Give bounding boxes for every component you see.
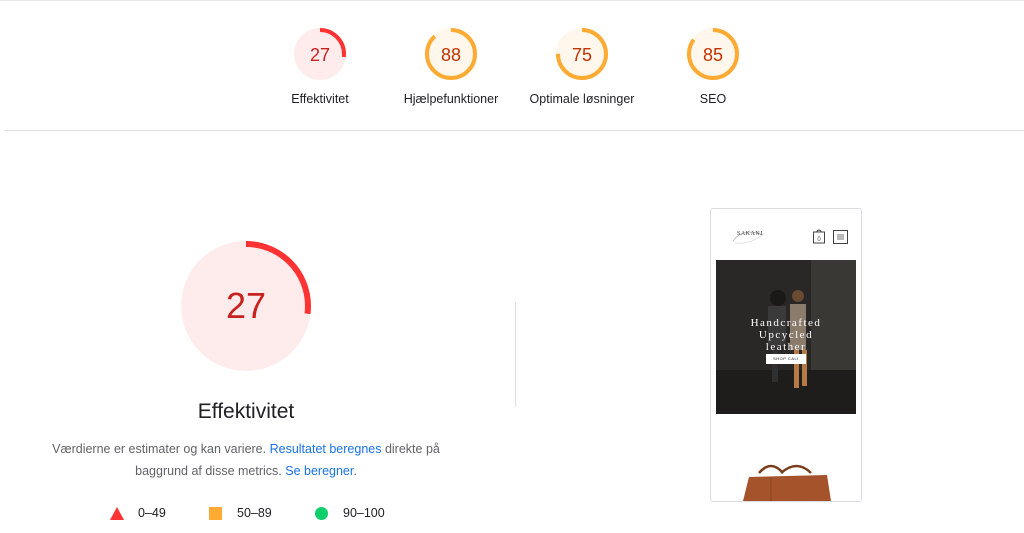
menu-icon xyxy=(833,230,848,244)
page-screenshot-preview[interactable]: SAKANJ 0 Handcrafted Upcycled leather SH… xyxy=(710,208,862,502)
hero-title-line: Handcrafted xyxy=(750,317,822,329)
gauge-label: SEO xyxy=(699,92,727,106)
gauge-label: Effektivitet xyxy=(291,92,349,106)
hero-title-line: leather xyxy=(765,341,807,353)
score-summary: 27 Effektivitet 88 Hjælpefunktioner 75 O… xyxy=(0,0,1024,131)
category-title: Effektivitet xyxy=(197,400,295,423)
gauge-accessibility[interactable]: 88 Hjælpefunktioner xyxy=(386,26,516,116)
gauge-ring: 75 xyxy=(556,28,608,80)
hero-title: Handcrafted Upcycled leather xyxy=(716,317,856,353)
category-description: Værdierne er estimater og kan variere. R… xyxy=(30,438,462,482)
shop-button: SHOP CALI xyxy=(766,354,806,364)
hero-title-line: Upcycled xyxy=(758,329,814,341)
gauge-score: 75 xyxy=(572,45,592,65)
square-icon xyxy=(209,507,222,520)
gauge-label: Hjælpefunktioner xyxy=(403,92,499,106)
gauge-performance[interactable]: 27 Effektivitet xyxy=(255,26,385,116)
hero-banner: Handcrafted Upcycled leather SHOP CALI xyxy=(716,260,856,414)
gauge-score: 27 xyxy=(310,45,330,65)
product-bag-icon xyxy=(743,464,831,501)
gauge-ring: 27 xyxy=(294,28,346,80)
score-calculated-link[interactable]: Resultatet beregnes xyxy=(270,442,382,456)
desc-text: Værdierne er estimater og kan variere. xyxy=(52,442,270,456)
gauge-ring: 88 xyxy=(425,28,477,80)
desc-text: . xyxy=(353,464,357,478)
legend-range: 50–89 xyxy=(237,506,272,520)
triangle-icon xyxy=(110,507,124,520)
see-calculator-link[interactable]: Se beregner xyxy=(285,464,353,478)
section-divider xyxy=(4,130,1024,131)
legend-range: 90–100 xyxy=(343,506,385,520)
category-gauge: 27 xyxy=(181,241,311,371)
legend-range: 0–49 xyxy=(138,506,166,520)
gauge-score: 88 xyxy=(441,45,461,65)
cart-icon: 0 xyxy=(813,229,825,244)
gauge-score: 85 xyxy=(703,45,723,65)
gauge-best-practices[interactable]: 75 Optimale løsninger xyxy=(517,26,647,116)
cart-count: 0 xyxy=(817,237,821,243)
gauge-ring: 85 xyxy=(687,28,739,80)
gauge-label: Optimale løsninger xyxy=(529,92,635,106)
gauge-seo[interactable]: 85 SEO xyxy=(648,26,778,116)
circle-icon xyxy=(315,507,328,520)
vertical-divider xyxy=(515,302,516,407)
category-score: 27 xyxy=(226,285,266,326)
site-logo-text: SAKANJ xyxy=(737,231,764,237)
